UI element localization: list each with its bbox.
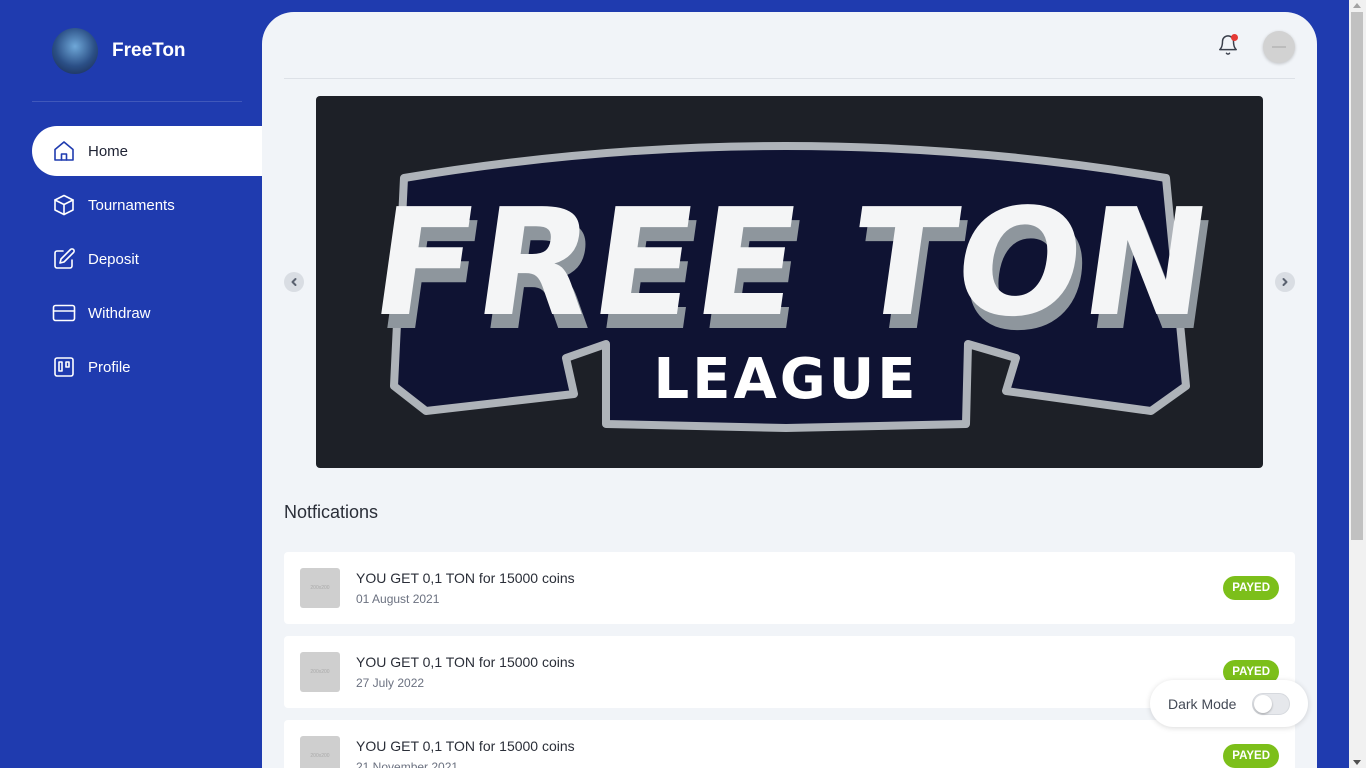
- sidebar-item-home[interactable]: Home: [32, 126, 262, 176]
- carousel-next-button[interactable]: [1275, 272, 1295, 292]
- notification-date: 01 August 2021: [356, 592, 440, 606]
- brand-name: FreeTon: [112, 40, 186, 61]
- sidebar-item-label: Tournaments: [88, 196, 175, 214]
- status-badge: PAYED: [1223, 744, 1279, 768]
- notification-thumbnail: 200x200: [300, 568, 340, 608]
- dark-mode-toggle[interactable]: [1252, 693, 1290, 715]
- banner-line1: FREE TON: [363, 178, 1223, 350]
- notifications-button[interactable]: [1217, 34, 1239, 58]
- sidebar-item-label: Deposit: [88, 250, 139, 268]
- main-panel: LEAGUE FREE TON FREE TON Notfications 20…: [262, 12, 1317, 768]
- notification-message: YOU GET 0,1 TON for 15000 coins: [356, 738, 575, 754]
- avatar[interactable]: [1263, 31, 1295, 63]
- notifications-list: 200x200 YOU GET 0,1 TON for 15000 coins …: [284, 552, 1295, 768]
- notification-date: 21 November 2021: [356, 760, 459, 768]
- notification-message: YOU GET 0,1 TON for 15000 coins: [356, 570, 575, 586]
- list-item[interactable]: 200x200 YOU GET 0,1 TON for 15000 coins …: [284, 552, 1295, 624]
- edit-icon: [52, 247, 76, 271]
- status-badge: PAYED: [1223, 576, 1279, 600]
- dark-mode-label: Dark Mode: [1168, 695, 1237, 712]
- scroll-thumb[interactable]: [1351, 12, 1363, 540]
- box-icon: [52, 193, 76, 217]
- notification-message: YOU GET 0,1 TON for 15000 coins: [356, 654, 575, 670]
- sidebar: FreeTon Home Tournaments Deposit Withdra…: [0, 0, 262, 768]
- scroll-down-arrow-icon[interactable]: [1353, 760, 1361, 765]
- sidebar-item-withdraw[interactable]: Withdraw: [32, 288, 262, 338]
- sidebar-item-label: Profile: [88, 358, 131, 376]
- sidebar-nav: Home Tournaments Deposit Withdraw Profil…: [32, 126, 262, 396]
- topbar: [284, 12, 1295, 79]
- chevron-left-icon: [291, 278, 297, 286]
- brand-logo: [52, 28, 98, 74]
- sidebar-item-tournaments[interactable]: Tournaments: [32, 180, 262, 230]
- banner-image: LEAGUE FREE TON FREE TON: [363, 142, 1228, 432]
- brand[interactable]: FreeTon: [52, 28, 186, 74]
- list-item[interactable]: 200x200 YOU GET 0,1 TON for 15000 coins …: [284, 636, 1295, 708]
- scrollbar[interactable]: [1349, 0, 1366, 768]
- notifications-title: Notfications: [284, 502, 379, 522]
- scroll-up-arrow-icon[interactable]: [1353, 3, 1361, 8]
- list-item[interactable]: 200x200 YOU GET 0,1 TON for 15000 coins …: [284, 720, 1295, 768]
- sidebar-item-label: Home: [88, 142, 129, 160]
- credit-card-icon: [52, 301, 76, 325]
- sidebar-divider: [32, 101, 242, 102]
- sidebar-item-deposit[interactable]: Deposit: [32, 234, 262, 284]
- sidebar-item-label: Withdraw: [88, 304, 151, 322]
- carousel-prev-button[interactable]: [284, 272, 304, 292]
- home-icon: [52, 139, 76, 163]
- unread-dot: [1231, 34, 1238, 41]
- banner-carousel: LEAGUE FREE TON FREE TON: [316, 96, 1263, 468]
- notification-date: 27 July 2022: [356, 676, 425, 690]
- notification-thumbnail: 200x200: [300, 736, 340, 768]
- chevron-right-icon: [1282, 278, 1288, 286]
- dark-mode-widget: Dark Mode: [1150, 680, 1308, 727]
- kanban-icon: [52, 355, 76, 379]
- sidebar-item-profile[interactable]: Profile: [32, 342, 262, 392]
- notification-thumbnail: 200x200: [300, 652, 340, 692]
